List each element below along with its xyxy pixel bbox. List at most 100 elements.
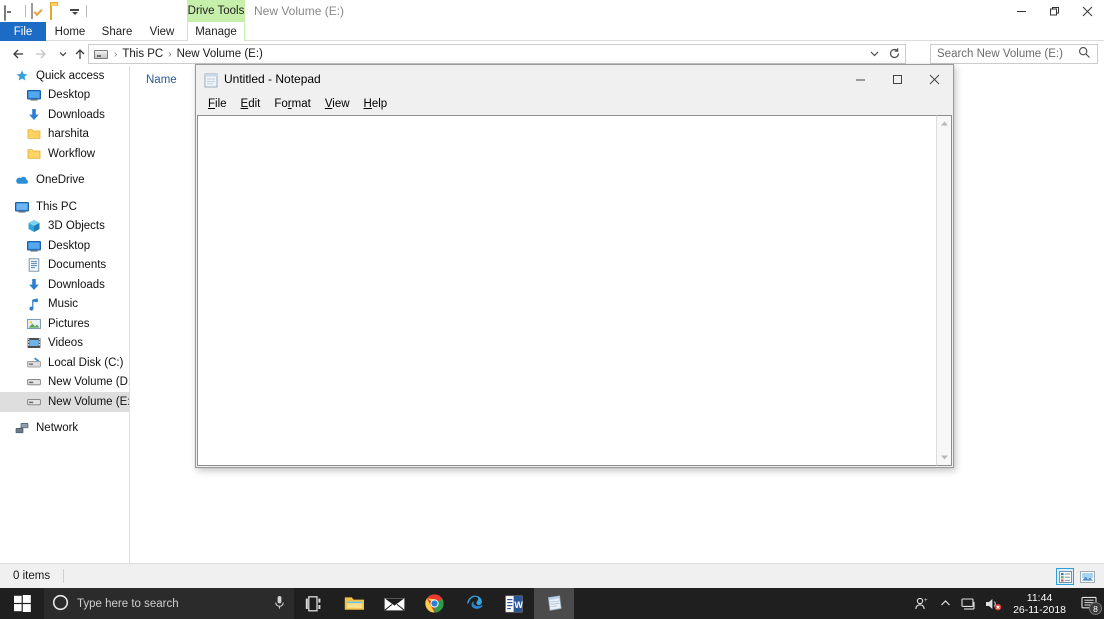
notepad-button[interactable] <box>534 588 574 619</box>
notepad-window[interactable]: Untitled - Notepad File Edit Format View… <box>195 64 954 468</box>
ribbon-tab-file[interactable]: File <box>0 22 46 41</box>
file-explorer-button[interactable] <box>334 588 374 619</box>
notepad-maximize-button[interactable] <box>879 65 916 94</box>
sidebar-item-network[interactable]: Network <box>0 419 129 439</box>
search-input[interactable]: Search New Volume (E:) <box>930 44 1098 64</box>
sidebar-item-desktop-qa[interactable]: Desktop <box>0 86 129 106</box>
sidebar-item-onedrive[interactable]: OneDrive <box>0 171 129 191</box>
network-tray-icon[interactable] <box>957 588 981 619</box>
notepad-title-bar[interactable]: Untitled - Notepad <box>196 65 953 94</box>
properties-icon[interactable] <box>31 3 47 19</box>
music-icon <box>26 296 42 312</box>
sidebar-item-desktop-pc[interactable]: Desktop <box>0 236 129 256</box>
back-button[interactable] <box>8 43 28 65</box>
sidebar-label: Downloads <box>48 108 105 121</box>
explorer-minimize-button[interactable] <box>1005 0 1038 22</box>
column-header-name[interactable]: Name <box>146 74 177 86</box>
status-divider <box>63 569 65 583</box>
large-icons-view-button[interactable] <box>1078 568 1096 585</box>
onedrive-icon <box>14 172 30 188</box>
notepad-vertical-scrollbar[interactable] <box>936 115 952 466</box>
sidebar-item-local-disk-c[interactable]: Local Disk (C:) <box>0 353 129 373</box>
menu-item-view[interactable]: View <box>318 96 357 112</box>
taskbar-search-placeholder: Type here to search <box>77 597 179 610</box>
sidebar-label: harshita <box>48 128 89 141</box>
notepad-minimize-button[interactable] <box>842 65 879 94</box>
sidebar-item-harshita[interactable]: harshita <box>0 125 129 145</box>
notification-badge: 8 <box>1089 602 1102 615</box>
customize-caret-icon[interactable] <box>69 6 81 18</box>
svg-text:+: + <box>924 598 928 604</box>
breadcrumb-new-volume-e[interactable]: New Volume (E:) <box>175 48 265 60</box>
sidebar-item-new-volume-d[interactable]: New Volume (D:) <box>0 373 129 393</box>
sidebar-item-pictures[interactable]: Pictures <box>0 314 129 334</box>
menu-item-format[interactable]: Format <box>267 96 317 112</box>
volume-muted-icon[interactable] <box>981 588 1005 619</box>
explorer-close-button[interactable] <box>1071 0 1104 22</box>
sidebar-item-this-pc[interactable]: This PC <box>0 197 129 217</box>
quick-access-toolbar-strip: Drive Tools New Volume (E:) <box>0 0 1104 22</box>
scroll-up-arrow-icon[interactable] <box>937 116 951 131</box>
notepad-text-area[interactable] <box>197 115 952 466</box>
task-view-button[interactable] <box>294 588 334 619</box>
show-hidden-icons-chevron[interactable] <box>933 588 957 619</box>
breadcrumb-separator-2: › <box>168 48 172 60</box>
menu-item-edit[interactable]: Edit <box>234 96 268 112</box>
breadcrumb-this-pc[interactable]: This PC <box>120 48 165 60</box>
sidebar-label: Local Disk (C:) <box>48 356 124 369</box>
refresh-icon[interactable] <box>888 47 901 63</box>
system-tray: + 11:44 26-11-2018 8 <box>909 588 1104 619</box>
taskbar-clock[interactable]: 11:44 26-11-2018 <box>1005 592 1074 616</box>
mail-button[interactable] <box>374 588 414 619</box>
taskbar: Type here to search W + 11:44 26-11-2018… <box>0 588 1104 619</box>
breadcrumb-separator-1: › <box>114 48 118 60</box>
chrome-button[interactable] <box>414 588 454 619</box>
sidebar-item-downloads-pc[interactable]: Downloads <box>0 275 129 295</box>
ribbon-tab-bar: File Home Share View Manage ? <box>0 22 1104 61</box>
address-drive-icon <box>94 49 108 59</box>
navigation-pane[interactable]: Quick access Desktop Downloads harshita … <box>0 66 130 563</box>
edge-button[interactable] <box>454 588 494 619</box>
sidebar-label: Network <box>36 422 79 435</box>
sidebar-item-workflow[interactable]: Workflow <box>0 144 129 164</box>
sidebar-item-downloads-qa[interactable]: Downloads <box>0 105 129 125</box>
sidebar-item-videos[interactable]: Videos <box>0 334 129 354</box>
sidebar-label: New Volume (E:) <box>48 395 130 408</box>
explorer-restore-button[interactable] <box>1038 0 1071 22</box>
details-view-button[interactable] <box>1056 568 1074 585</box>
sidebar-item-3d-objects[interactable]: 3D Objects <box>0 217 129 237</box>
sidebar-item-new-volume-e[interactable]: New Volume (E:) <box>0 392 129 412</box>
pin-icon <box>14 68 30 84</box>
ribbon-body <box>0 41 1104 42</box>
ribbon-tab-view[interactable]: View <box>140 22 184 41</box>
forward-button[interactable] <box>31 43 51 65</box>
ribbon-tab-share[interactable]: Share <box>94 22 140 41</box>
notepad-close-button[interactable] <box>916 65 953 94</box>
people-icon[interactable]: + <box>909 588 933 619</box>
word-button[interactable]: W <box>494 588 534 619</box>
search-placeholder: Search New Volume (E:) <box>937 48 1063 60</box>
network-icon <box>14 420 30 436</box>
microphone-icon[interactable] <box>273 595 286 613</box>
sidebar-label: Pictures <box>48 317 90 330</box>
address-dropdown-icon[interactable] <box>869 48 880 62</box>
action-center-button[interactable]: 8 <box>1074 588 1104 619</box>
sidebar-item-music[interactable]: Music <box>0 295 129 315</box>
taskbar-search-box[interactable]: Type here to search <box>44 588 294 619</box>
up-button[interactable] <box>70 43 90 65</box>
drive-icon <box>26 374 42 390</box>
menu-item-help[interactable]: Help <box>357 96 395 112</box>
menu-item-file[interactable]: File <box>201 96 234 112</box>
sidebar-item-quick-access[interactable]: Quick access <box>0 66 129 86</box>
scroll-down-arrow-icon[interactable] <box>937 450 951 465</box>
start-button[interactable] <box>0 588 44 619</box>
search-icon[interactable] <box>1078 46 1091 62</box>
cortana-circle-icon <box>52 594 69 614</box>
sidebar-item-documents[interactable]: Documents <box>0 256 129 276</box>
new-folder-icon[interactable] <box>50 3 66 20</box>
local-disk-icon <box>26 355 42 371</box>
drive-icon[interactable] <box>4 3 20 21</box>
address-bar[interactable]: › This PC › New Volume (E:) <box>88 44 906 64</box>
ribbon-tab-home[interactable]: Home <box>46 22 94 41</box>
ribbon-tab-manage[interactable]: Manage <box>187 22 245 41</box>
